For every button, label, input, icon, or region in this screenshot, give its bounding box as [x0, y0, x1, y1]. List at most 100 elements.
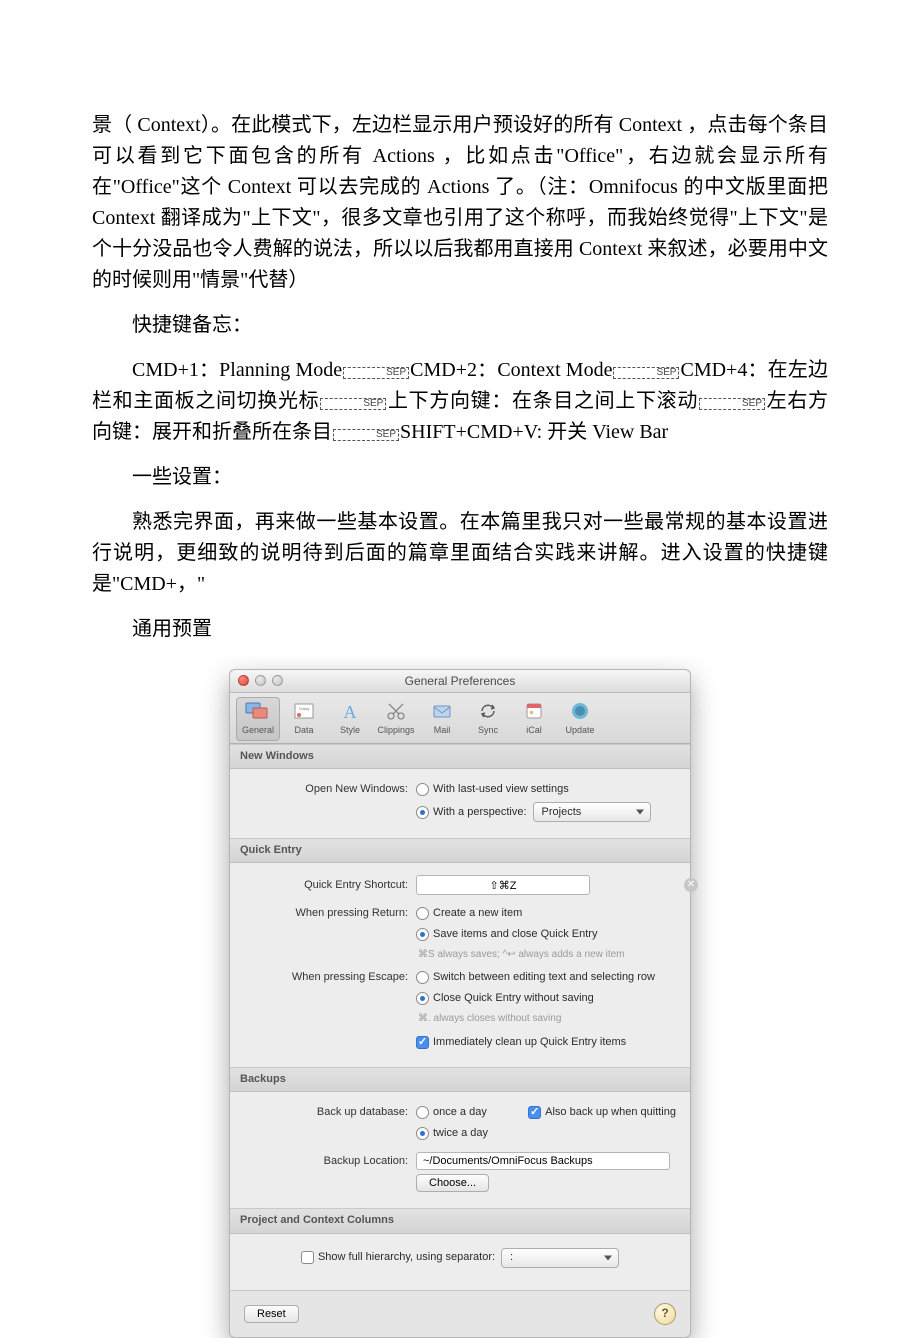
open-new-windows-label: Open New Windows: [244, 781, 416, 798]
checkbox-cleanup[interactable]: Immediately clean up Quick Entry items [416, 1034, 626, 1051]
window-title: General Preferences [405, 674, 516, 688]
pressing-escape-label: When pressing Escape: [244, 969, 416, 986]
checkbox-text: Immediately clean up Quick Entry items [433, 1034, 626, 1051]
section-header-backups: Backups [230, 1067, 690, 1092]
quick-entry-shortcut-field[interactable] [416, 875, 590, 895]
radio-input[interactable] [416, 783, 429, 796]
checkbox-input[interactable] [301, 1251, 314, 1264]
radio-input[interactable] [416, 806, 429, 819]
radio-text: With a perspective: [433, 804, 527, 821]
radio-switch-editing[interactable]: Switch between editing text and selectin… [416, 969, 655, 986]
mail-icon [429, 700, 455, 722]
checkbox-text: Also back up when quitting [545, 1104, 676, 1121]
text-run: 上下方向键：在条目之间上下滚动 [387, 390, 698, 412]
radio-text: once a day [433, 1104, 487, 1121]
toolbar-item-mail[interactable]: Mail [420, 697, 464, 741]
backup-db-label: Back up database: [244, 1104, 416, 1121]
radio-input[interactable] [416, 992, 429, 1005]
data-icon: Today [291, 700, 317, 722]
clear-shortcut-icon[interactable]: ✕ [684, 878, 698, 892]
escape-hint: ⌘. always closes without saving [416, 1011, 561, 1027]
radio-save-close[interactable]: Save items and close Quick Entry [416, 926, 597, 943]
separator-glyph: SEP [613, 367, 679, 379]
text-run: CMD+1：Planning Mode [132, 359, 342, 381]
radio-text: Close Quick Entry without saving [433, 990, 594, 1007]
toolbar-label: Sync [478, 724, 498, 738]
window-titlebar: General Preferences [230, 670, 690, 693]
toolbar-item-clippings[interactable]: Clippings [374, 697, 418, 741]
radio-input[interactable] [416, 1106, 429, 1119]
document-page: 景（ Context）。在此模式下，左边栏显示用户预设好的所有 Context … [0, 0, 920, 1338]
body-paragraph: 通用预置 [92, 614, 828, 645]
choose-button[interactable]: Choose... [416, 1174, 489, 1192]
radio-twice-a-day[interactable]: twice a day [416, 1125, 488, 1142]
separator-glyph: SEP [333, 429, 399, 441]
style-icon: A [337, 700, 363, 722]
reset-button[interactable]: Reset [244, 1305, 299, 1323]
checkbox-input[interactable] [416, 1036, 429, 1049]
text-run: SHIFT+CMD+V: 开关 View Bar [400, 421, 668, 443]
body-paragraph: 景（ Context）。在此模式下，左边栏显示用户预设好的所有 Context … [92, 110, 828, 296]
preferences-pane: New Windows Open New Windows: With last-… [230, 744, 690, 1290]
preferences-toolbar: General Today Data A Style Clippings [230, 693, 690, 744]
checkbox-text: Show full hierarchy, using separator: [318, 1249, 495, 1266]
toolbar-label: Update [565, 724, 594, 738]
checkbox-input[interactable] [528, 1106, 541, 1119]
zoom-icon[interactable] [272, 675, 283, 686]
section-header-quick-entry: Quick Entry [230, 838, 690, 863]
toolbar-item-sync[interactable]: Sync [466, 697, 510, 741]
toolbar-item-style[interactable]: A Style [328, 697, 372, 741]
radio-close-without-saving[interactable]: Close Quick Entry without saving [416, 990, 594, 1007]
checkbox-backup-on-quit[interactable]: Also back up when quitting [528, 1104, 676, 1121]
radio-text: Switch between editing text and selectin… [433, 969, 655, 986]
body-paragraph: 快捷键备忘： [92, 310, 828, 341]
perspective-popup[interactable]: Projects [533, 802, 651, 822]
toolbar-label: Clippings [377, 724, 414, 738]
toolbar-item-data[interactable]: Today Data [282, 697, 326, 741]
backup-location-field[interactable] [416, 1152, 670, 1170]
ical-icon [521, 700, 547, 722]
separator-popup[interactable]: : [501, 1248, 619, 1268]
body-paragraph: 一些设置： [92, 462, 828, 493]
radio-text: twice a day [433, 1125, 488, 1142]
general-icon [245, 700, 271, 722]
popup-value: Projects [542, 804, 582, 821]
return-hint: ⌘S always saves; ^↩ always adds a new it… [416, 947, 624, 963]
svg-text:Today: Today [299, 706, 310, 711]
toolbar-item-update[interactable]: Update [558, 697, 602, 741]
radio-last-used[interactable]: With last-used view settings [416, 781, 569, 798]
toolbar-label: iCal [526, 724, 542, 738]
minimize-icon[interactable] [255, 675, 266, 686]
radio-text: With last-used view settings [433, 781, 569, 798]
toolbar-item-general[interactable]: General [236, 697, 280, 741]
radio-input[interactable] [416, 928, 429, 941]
sync-icon [475, 700, 501, 722]
radio-input[interactable] [416, 1127, 429, 1140]
close-icon[interactable] [238, 675, 249, 686]
svg-text:A: A [344, 702, 357, 721]
toolbar-label: General [242, 724, 274, 738]
radio-input[interactable] [416, 971, 429, 984]
section-header-columns: Project and Context Columns [230, 1208, 690, 1233]
text-run: CMD+2：Context Mode [410, 359, 612, 381]
preferences-window: General Preferences General Today Data A… [229, 669, 691, 1338]
update-icon [567, 700, 593, 722]
quick-entry-shortcut-label: Quick Entry Shortcut: [244, 877, 416, 894]
checkbox-show-hierarchy[interactable]: Show full hierarchy, using separator: [301, 1249, 495, 1266]
separator-glyph: SEP [699, 398, 765, 410]
help-button[interactable]: ? [654, 1303, 676, 1325]
toolbar-label: Data [294, 724, 313, 738]
section-header-new-windows: New Windows [230, 744, 690, 769]
traffic-lights [238, 675, 283, 686]
separator-glyph: SEP [320, 398, 386, 410]
radio-once-a-day[interactable]: once a day [416, 1104, 487, 1121]
radio-perspective[interactable]: With a perspective: [416, 804, 527, 821]
toolbar-label: Style [340, 724, 360, 738]
body-paragraph: 熟悉完界面，再来做一些基本设置。在本篇里我只对一些最常规的基本设置进行说明，更细… [92, 507, 828, 600]
backup-location-label: Backup Location: [244, 1153, 416, 1170]
clippings-icon [383, 700, 409, 722]
radio-create-item[interactable]: Create a new item [416, 905, 522, 922]
radio-input[interactable] [416, 907, 429, 920]
radio-text: Save items and close Quick Entry [433, 926, 597, 943]
toolbar-item-ical[interactable]: iCal [512, 697, 556, 741]
